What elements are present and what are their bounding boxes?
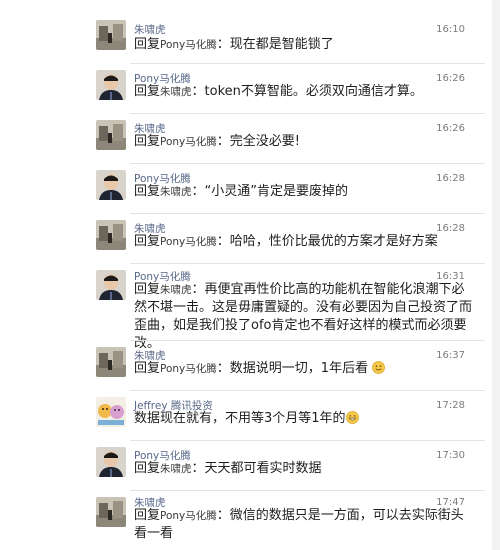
reply-word: 回复 [134,37,161,52]
comment-item: 朱啸虎 16:37 回复Pony马化腾：数据说明一切，1年后看 [78,340,485,390]
reply-sep: ： [216,234,230,249]
comment-text: 回复Pony马化腾：哈哈，性价比最优的方案才是好方案 [134,233,473,251]
comment-text: 数据现在就有，不用等3个月等1年的 [134,410,473,428]
comment-item: 朱啸虎 16:26 回复Pony马化腾：完全没必要! [78,113,485,163]
comment-item: 朱啸虎 16:10 回复Pony马化腾：现在都是智能锁了 [78,0,485,56]
comment-body: 完全没必要! [229,134,301,149]
reply-target[interactable]: Pony马化腾 [160,39,217,51]
avatar[interactable] [96,397,126,427]
street-photo-icon [96,347,126,377]
avatar[interactable] [96,120,126,150]
avatar[interactable] [96,497,126,527]
portrait-photo-icon [96,447,126,477]
comment-body: “小灵通”肯定是要废掉的 [204,184,349,199]
portrait-photo-icon [96,70,126,100]
reply-sep: ： [191,184,205,199]
avatar[interactable] [96,220,126,250]
comment-item: Pony马化腾 16:26 回复朱啸虎：token不算智能。必须双向通信才算。 [78,63,485,113]
comment-item: Pony马化腾 16:31 回复朱啸虎：再便宜再性价比高的功能机在智能化浪潮下必… [78,263,485,351]
reply-target[interactable]: 朱啸虎 [160,186,192,198]
reply-word: 回复 [134,134,161,149]
comment-text: 回复Pony马化腾：数据说明一切，1年后看 [134,360,473,378]
reply-sep: ： [216,361,230,376]
reply-sep: ： [191,461,205,476]
reply-word: 回复 [134,361,161,376]
comment-body: 数据现在就有，不用等3个月等1年的 [134,411,346,426]
reply-word: 回复 [134,234,161,249]
portrait-photo-icon [96,270,126,300]
reply-word: 回复 [134,184,161,199]
reply-target[interactable]: Pony马化腾 [160,236,217,248]
avatar[interactable] [96,270,126,300]
reply-target[interactable]: 朱啸虎 [160,86,192,98]
comment-body: 天天都可看实时数据 [204,461,322,476]
comment-body: 哈哈，性价比最优的方案才是好方案 [229,234,438,249]
street-photo-icon [96,220,126,250]
reply-target[interactable]: 朱啸虎 [160,463,192,475]
reply-sep: ： [191,282,205,297]
right-margin [492,0,500,550]
street-photo-icon [96,20,126,50]
portrait-photo-icon [96,170,126,200]
reply-word: 回复 [134,282,161,297]
reply-target[interactable]: Pony马化腾 [160,510,217,522]
reply-word: 回复 [134,508,161,523]
comment-item: Jeffrey 腾讯投资 17:28 数据现在就有，不用等3个月等1年的 [78,390,485,440]
avatar[interactable] [96,347,126,377]
reply-word: 回复 [134,461,161,476]
reply-sep: ： [216,508,230,523]
comment-item: Pony马化腾 17:30 回复朱啸虎：天天都可看实时数据 [78,440,485,490]
grin-emoji-icon [345,411,359,424]
reply-target[interactable]: 朱啸虎 [160,284,192,296]
comment-item: Pony马化腾 16:28 回复朱啸虎：“小灵通”肯定是要废掉的 [78,163,485,213]
avatar[interactable] [96,170,126,200]
comment-time: 16:10 [436,24,465,35]
reply-sep: ： [191,84,205,99]
reply-target[interactable]: Pony马化腾 [160,136,217,148]
comment-item: 朱啸虎 17:47 回复Pony马化腾：微信的数据只是一方面，可以去实际街头看一… [78,490,485,550]
comment-text: 回复Pony马化腾：现在都是智能锁了 [134,36,473,54]
street-photo-icon [96,497,126,527]
cartoon-photo-icon [96,397,126,427]
comment-item: 朱啸虎 16:28 回复Pony马化腾：哈哈，性价比最优的方案才是好方案 [78,213,485,263]
reply-target[interactable]: Pony马化腾 [160,363,217,375]
reply-word: 回复 [134,84,161,99]
reply-sep: ： [216,37,230,52]
comment-text: 回复朱啸虎：“小灵通”肯定是要废掉的 [134,183,473,201]
avatar[interactable] [96,70,126,100]
comment-author[interactable]: 朱啸虎 [134,22,166,37]
comment-text: 回复Pony马化腾：微信的数据只是一方面，可以去实际街头看一看 [134,507,473,543]
left-margin [0,0,70,550]
smile-emoji-icon [372,361,386,374]
comment-text: 回复Pony马化腾：完全没必要! [134,133,473,151]
comment-text: 回复朱啸虎：天天都可看实时数据 [134,460,473,478]
comment-body: token不算智能。必须双向通信才算。 [204,84,423,99]
reply-sep: ： [216,134,230,149]
avatar[interactable] [96,20,126,50]
street-photo-icon [96,120,126,150]
comment-feed: 朱啸虎 16:10 回复Pony马化腾：现在都是智能锁了 Pony马化腾 16:… [78,0,485,550]
comment-body: 数据说明一切，1年后看 [229,361,369,376]
comment-body: 现在都是智能锁了 [229,37,334,52]
avatar[interactable] [96,447,126,477]
comment-text: 回复朱啸虎：token不算智能。必须双向通信才算。 [134,83,473,101]
